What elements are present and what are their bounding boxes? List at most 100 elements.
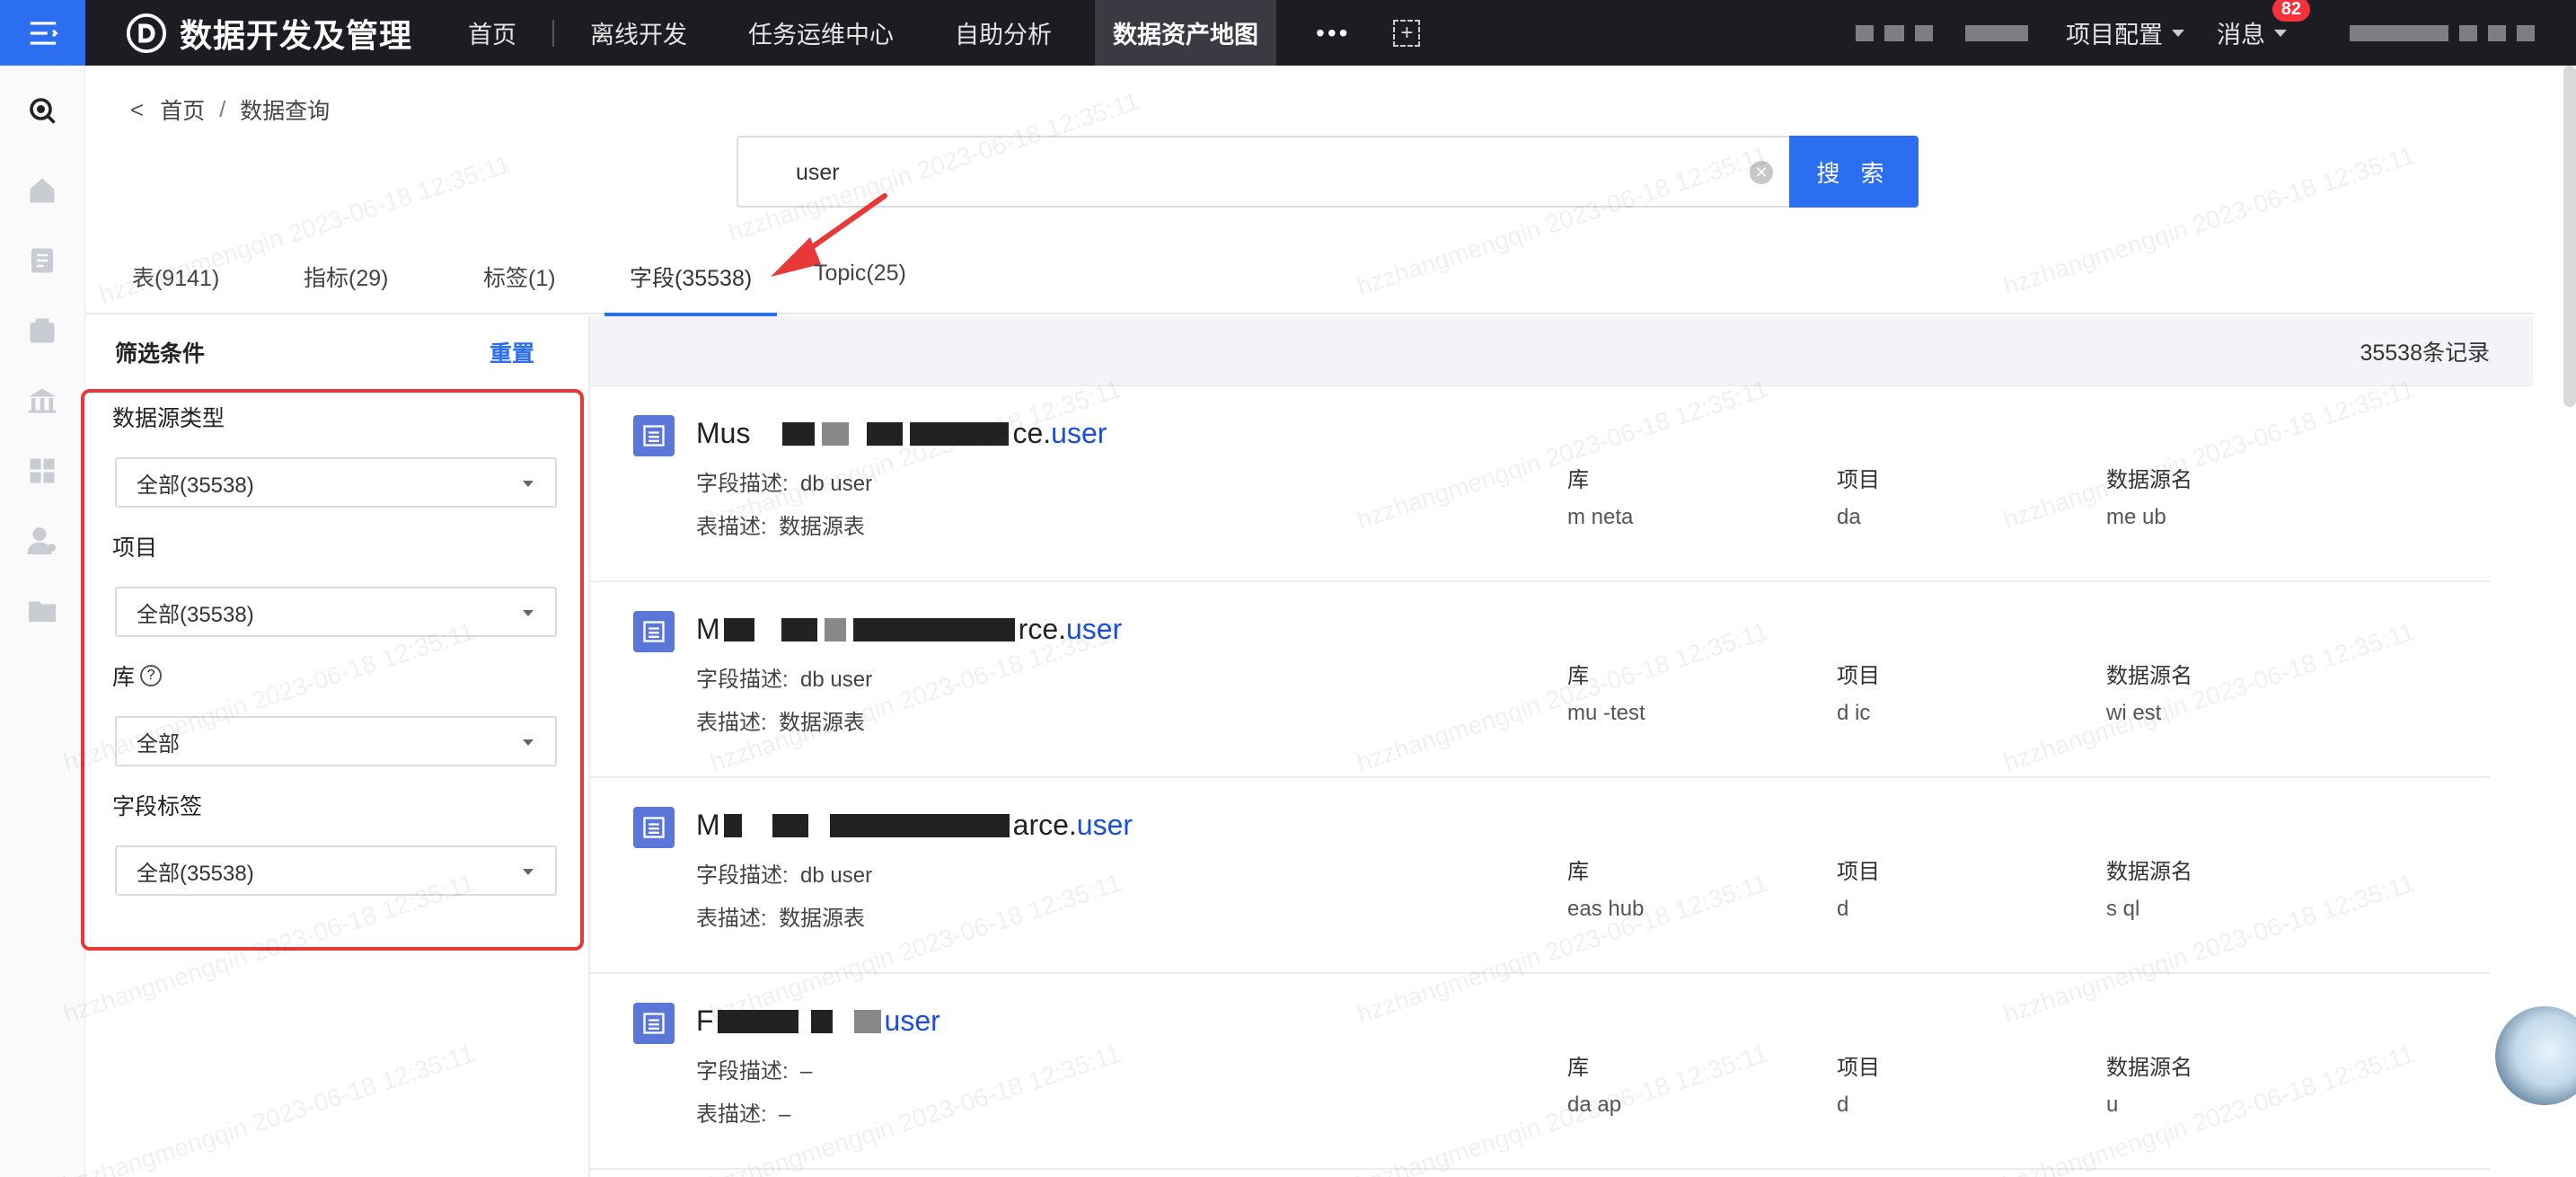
result-item[interactable]: Mus ce. user 字段描述: db user 表描述: 数据源表 库 m … [590,386,2490,582]
nav-home[interactable]: 首页 [450,0,534,66]
sidebar-box[interactable] [22,311,62,350]
brand[interactable]: 数据开发及管理 [126,10,412,57]
redacted-block [810,1009,833,1033]
chevron-left-icon[interactable]: < [130,96,144,124]
nav-task-ops[interactable]: 任务运维中心 [730,0,912,66]
tab-fields[interactable]: 字段(35538) [604,261,778,316]
project-value: d [1837,897,1849,921]
user-icon [27,527,56,554]
field-icon [633,1003,675,1044]
source-label: 数据源名 [2106,468,2192,492]
breadcrumb-home[interactable]: 首页 [160,93,205,126]
field-tag-select[interactable]: 全部(35538) [115,845,557,896]
record-count: 35538条记录 [2360,340,2490,366]
redacted-block [853,1009,881,1033]
add-tab-icon[interactable]: + [1393,19,1421,47]
sidebar-users[interactable] [22,521,62,561]
redacted-block [723,813,742,837]
user-redacted[interactable] [2350,24,2448,41]
result-item[interactable]: M arce. user 字段描述: db user 表描述: 数据源表 库 ea… [590,778,2490,974]
redacted-block [781,617,817,642]
table-desc-value: – [779,1102,791,1127]
search-data-icon [30,98,56,124]
field-desc-value: db user [800,863,873,888]
clear-icon[interactable]: ✕ [1750,161,1773,184]
project-label: 项目 [1837,1056,1880,1080]
filter-label-project: 项目 [112,530,157,562]
sidebar-folder[interactable] [22,591,62,631]
tab-tags[interactable]: 标签(1) [483,261,556,313]
name-highlight: user [1051,417,1107,449]
top-bar: 数据开发及管理 首页 离线开发 任务运维中心 自助分析 数据资产地图 ••• +… [0,0,2576,66]
chevron-down-icon [523,739,534,746]
table-desc-value: 数据源表 [779,711,866,735]
help-icon[interactable]: ? [140,665,163,686]
db-value: eas hub [1567,897,1645,921]
search-button[interactable]: 搜 索 [1789,136,1919,208]
nav-more-button[interactable]: ••• [1316,19,1350,48]
results-header: 35538条记录 [590,316,2533,386]
project-label: 项目 [1837,860,1880,884]
field-desc-label: 字段描述: [696,1059,789,1084]
field-desc: 字段描述: – [696,1053,812,1084]
redacted-block [1915,24,1933,41]
redacted-block [852,617,1015,642]
messages-menu[interactable]: 消息 82 [2217,0,2310,50]
redacted-block [2459,24,2477,41]
redacted-block [824,617,846,642]
result-title[interactable]: M rce. user [696,613,1122,646]
tab-tables[interactable]: 表(9141) [132,261,219,313]
table-desc: 表描述: – [696,1096,790,1128]
field-desc-value: – [800,1059,813,1084]
nav-offline-dev[interactable]: 离线开发 [572,0,705,66]
nav-self-analysis[interactable]: 自助分析 [937,0,1070,66]
source-value: me ub [2106,505,2166,529]
db-value: mu -test [1567,701,1645,725]
result-title[interactable]: F user [696,1004,940,1038]
source-value: s ql [2106,897,2140,921]
nav-data-asset-map[interactable]: 数据资产地图 [1095,0,1277,66]
result-title[interactable]: Mus ce. user [696,417,1107,450]
top-right-tools: 项目配置 消息 82 [1850,0,2540,66]
field-desc: 字段描述: db user [696,661,872,693]
result-item[interactable]: F user 字段描述: – 表描述: – 库 da ap 项目 d 数据源名 … [590,974,2490,1170]
name-mid: ce. [1012,417,1052,449]
table-desc: 表描述: 数据源表 [696,704,865,736]
tab-metrics[interactable]: 指标(29) [304,261,388,313]
sidebar-documents[interactable] [22,241,62,280]
redacted-block [822,421,850,446]
menu-toggle-button[interactable] [0,0,85,66]
project-value: d ic [1837,701,1871,725]
redacted-block [723,617,754,642]
select-value: 全部(35538) [137,861,254,886]
result-item[interactable]: M rce. user 字段描述: db user 表描述: 数据源表 库 mu … [590,582,2490,778]
table-desc-label: 表描述: [696,515,767,539]
name-prefix: M [696,809,720,841]
result-title[interactable]: M arce. user [696,809,1133,842]
project-label: 项目 [1837,468,1880,492]
field-icon [633,807,675,848]
assistant-avatar-icon[interactable] [2495,1006,2576,1105]
field-desc-label: 字段描述: [696,472,789,496]
source-type-select[interactable]: 全部(35538) [115,457,557,508]
project-select[interactable]: 全部(35538) [115,587,557,637]
select-value: 全部 [137,731,180,757]
nav-divider [552,19,555,47]
field-icon [633,611,675,652]
sidebar-apps[interactable] [22,451,62,491]
tab-topic[interactable]: Topic(25) [814,261,906,306]
redacted-block [2517,24,2535,41]
filter-reset-button[interactable]: 重置 [490,336,534,368]
project-config-menu[interactable]: 项目配置 [2066,15,2184,50]
sidebar-search[interactable] [22,91,62,130]
source-label: 数据源名 [2106,860,2192,884]
name-mid: arce. [1012,809,1077,841]
sidebar-home[interactable] [22,171,62,210]
database-select[interactable]: 全部 [115,716,557,766]
redacted-block[interactable] [1965,24,2028,41]
field-desc-value: db user [800,668,873,692]
sidebar-bank[interactable] [22,381,62,420]
project-config-label: 项目配置 [2066,22,2163,49]
scrollbar[interactable] [2563,66,2576,407]
search-input[interactable] [796,155,1694,190]
